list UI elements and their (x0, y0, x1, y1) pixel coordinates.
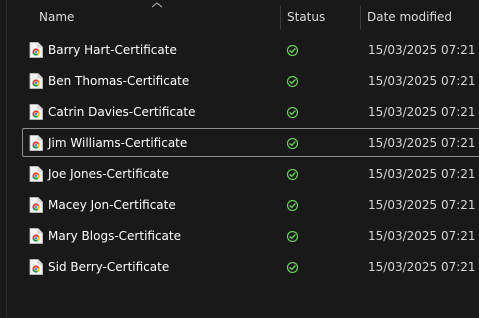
column-header-bar: Name Status Date modified (0, 0, 479, 34)
column-header-date-modified[interactable]: Date modified (367, 0, 479, 34)
file-name: Jim Williams-Certificate (48, 136, 188, 150)
synced-check-icon (287, 231, 298, 242)
file-name: Mary Blogs-Certificate (48, 229, 181, 243)
synced-check-icon (287, 76, 298, 87)
chrome-html-file-icon (29, 104, 43, 120)
synced-check-icon (287, 262, 298, 273)
file-row[interactable]: Ben Thomas-Certificate 15/03/2025 07:21 (22, 66, 479, 95)
file-name: Joe Jones-Certificate (48, 167, 169, 181)
synced-check-icon (287, 138, 298, 149)
chrome-html-file-icon (29, 197, 43, 213)
file-row[interactable]: Catrin Davies-Certificate 15/03/2025 07:2… (22, 97, 479, 126)
file-row[interactable]: Barry Hart-Certificate 15/03/2025 07:21 (22, 35, 479, 64)
date-modified: 15/03/2025 07:21 (368, 229, 476, 243)
date-modified: 15/03/2025 07:21 (368, 74, 476, 88)
file-row[interactable]: Sid Berry-Certificate 15/03/2025 07:21 (22, 252, 479, 281)
chrome-html-file-icon (29, 166, 43, 182)
file-row[interactable]: Joe Jones-Certificate 15/03/2025 07:21 (22, 159, 479, 188)
column-header-name[interactable]: Name (39, 0, 279, 34)
date-modified: 15/03/2025 07:21 (368, 198, 476, 212)
file-row[interactable]: Mary Blogs-Certificate 15/03/2025 07:21 (22, 221, 479, 250)
date-modified: 15/03/2025 07:21 (368, 136, 476, 150)
file-name: Catrin Davies-Certificate (48, 105, 196, 119)
file-name: Ben Thomas-Certificate (48, 74, 190, 88)
file-name: Macey Jon-Certificate (48, 198, 176, 212)
date-modified: 15/03/2025 07:21 (368, 260, 476, 274)
synced-check-icon (287, 45, 298, 56)
synced-check-icon (287, 169, 298, 180)
date-modified: 15/03/2025 07:21 (368, 105, 476, 119)
chrome-html-file-icon (29, 259, 43, 275)
chrome-html-file-icon (29, 135, 43, 151)
column-resize-handle[interactable] (280, 6, 281, 30)
column-resize-handle[interactable] (360, 6, 361, 30)
chrome-html-file-icon (29, 42, 43, 58)
file-row[interactable]: Jim Williams-Certificate 15/03/2025 07:21 (22, 128, 479, 157)
chrome-html-file-icon (29, 73, 43, 89)
chrome-html-file-icon (29, 228, 43, 244)
synced-check-icon (287, 107, 298, 118)
date-modified: 15/03/2025 07:21 (368, 167, 476, 181)
date-modified: 15/03/2025 07:21 (368, 43, 476, 57)
file-row[interactable]: Macey Jon-Certificate 15/03/2025 07:21 (22, 190, 479, 219)
file-name: Barry Hart-Certificate (48, 43, 177, 57)
navigation-pane-divider[interactable] (6, 0, 7, 318)
column-header-status[interactable]: Status (287, 0, 357, 34)
file-name: Sid Berry-Certificate (48, 260, 170, 274)
synced-check-icon (287, 200, 298, 211)
